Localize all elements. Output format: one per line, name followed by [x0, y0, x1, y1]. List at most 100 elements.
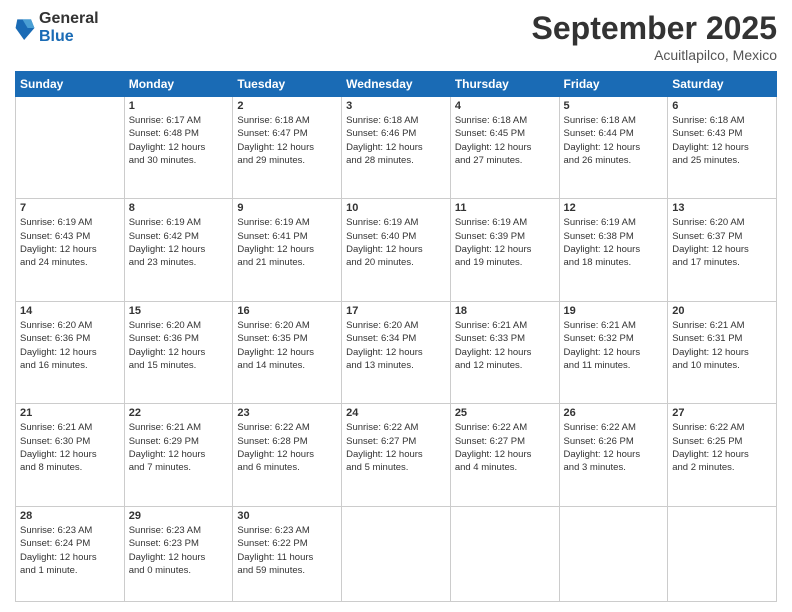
cell-line: Sunrise: 6:20 AM [672, 217, 744, 228]
cell-content: Sunrise: 6:18 AMSunset: 6:43 PMDaylight:… [672, 114, 772, 167]
day-number: 12 [564, 202, 664, 214]
cell-line: and 25 minutes. [672, 155, 740, 166]
cell-line: Sunrise: 6:23 AM [20, 525, 92, 536]
cell-line: Sunset: 6:41 PM [237, 231, 307, 242]
day-number: 19 [564, 305, 664, 317]
table-row: 13Sunrise: 6:20 AMSunset: 6:37 PMDayligh… [668, 199, 777, 301]
cell-line: Daylight: 12 hours [672, 244, 749, 255]
header-thursday: Thursday [450, 72, 559, 97]
cell-line: and 30 minutes. [129, 155, 197, 166]
cell-line: Sunrise: 6:21 AM [564, 320, 636, 331]
cell-line: and 26 minutes. [564, 155, 632, 166]
cell-line: Sunrise: 6:22 AM [237, 422, 309, 433]
cell-line: Daylight: 12 hours [346, 449, 423, 460]
cell-line: Sunrise: 6:20 AM [20, 320, 92, 331]
cell-line: Sunrise: 6:18 AM [564, 115, 636, 126]
day-number: 10 [346, 202, 446, 214]
calendar-header-row: Sunday Monday Tuesday Wednesday Thursday… [16, 72, 777, 97]
cell-content: Sunrise: 6:19 AMSunset: 6:38 PMDaylight:… [564, 216, 664, 269]
day-number: 2 [237, 100, 337, 112]
cell-line: and 3 minutes. [564, 462, 626, 473]
day-number: 23 [237, 407, 337, 419]
cell-line: Sunset: 6:33 PM [455, 333, 525, 344]
cell-content: Sunrise: 6:19 AMSunset: 6:40 PMDaylight:… [346, 216, 446, 269]
cell-content: Sunrise: 6:18 AMSunset: 6:46 PMDaylight:… [346, 114, 446, 167]
cell-line: and 6 minutes. [237, 462, 299, 473]
cell-line: Sunset: 6:25 PM [672, 436, 742, 447]
cell-line: and 13 minutes. [346, 360, 414, 371]
table-row [668, 506, 777, 601]
cell-line: Daylight: 12 hours [237, 449, 314, 460]
cell-line: Sunset: 6:45 PM [455, 128, 525, 139]
cell-line: Sunset: 6:47 PM [237, 128, 307, 139]
cell-line: Daylight: 12 hours [455, 347, 532, 358]
cell-line: Daylight: 12 hours [237, 347, 314, 358]
table-row: 3Sunrise: 6:18 AMSunset: 6:46 PMDaylight… [342, 97, 451, 199]
header-saturday: Saturday [668, 72, 777, 97]
day-number: 21 [20, 407, 120, 419]
calendar-table: Sunday Monday Tuesday Wednesday Thursday… [15, 71, 777, 602]
cell-line: Sunrise: 6:18 AM [237, 115, 309, 126]
cell-line: Daylight: 12 hours [129, 142, 206, 153]
cell-line: Sunrise: 6:21 AM [20, 422, 92, 433]
cell-line: Daylight: 12 hours [346, 347, 423, 358]
table-row: 5Sunrise: 6:18 AMSunset: 6:44 PMDaylight… [559, 97, 668, 199]
cell-line: Daylight: 12 hours [564, 142, 641, 153]
cell-line: Daylight: 12 hours [672, 142, 749, 153]
cell-line: Sunset: 6:42 PM [129, 231, 199, 242]
table-row: 14Sunrise: 6:20 AMSunset: 6:36 PMDayligh… [16, 301, 125, 403]
table-row: 24Sunrise: 6:22 AMSunset: 6:27 PMDayligh… [342, 404, 451, 506]
cell-line: and 29 minutes. [237, 155, 305, 166]
cell-line: Sunset: 6:35 PM [237, 333, 307, 344]
cell-line: and 0 minutes. [129, 565, 191, 576]
cell-line: and 11 minutes. [564, 360, 631, 371]
day-number: 27 [672, 407, 772, 419]
day-number: 18 [455, 305, 555, 317]
cell-content: Sunrise: 6:18 AMSunset: 6:45 PMDaylight:… [455, 114, 555, 167]
cell-content: Sunrise: 6:19 AMSunset: 6:39 PMDaylight:… [455, 216, 555, 269]
cell-content: Sunrise: 6:20 AMSunset: 6:35 PMDaylight:… [237, 319, 337, 372]
logo-text: General Blue [39, 10, 99, 45]
day-number: 17 [346, 305, 446, 317]
cell-line: Sunset: 6:39 PM [455, 231, 525, 242]
cell-line: Sunrise: 6:19 AM [20, 217, 92, 228]
header-sunday: Sunday [16, 72, 125, 97]
title-area: September 2025 Acuitlapilco, Mexico [532, 10, 777, 63]
cell-line: Daylight: 12 hours [455, 142, 532, 153]
day-number: 29 [129, 510, 229, 522]
day-number: 14 [20, 305, 120, 317]
cell-line: and 23 minutes. [129, 257, 197, 268]
cell-line: Daylight: 12 hours [129, 347, 206, 358]
cell-line: and 12 minutes. [455, 360, 523, 371]
cell-line: Sunrise: 6:23 AM [129, 525, 201, 536]
cell-content: Sunrise: 6:23 AMSunset: 6:24 PMDaylight:… [20, 524, 120, 577]
cell-line: Daylight: 12 hours [564, 244, 641, 255]
table-row: 7Sunrise: 6:19 AMSunset: 6:43 PMDaylight… [16, 199, 125, 301]
cell-line: Daylight: 12 hours [564, 347, 641, 358]
day-number: 25 [455, 407, 555, 419]
cell-line: and 15 minutes. [129, 360, 197, 371]
cell-content: Sunrise: 6:23 AMSunset: 6:22 PMDaylight:… [237, 524, 337, 577]
cell-line: Sunset: 6:40 PM [346, 231, 416, 242]
day-number: 7 [20, 202, 120, 214]
table-row: 11Sunrise: 6:19 AMSunset: 6:39 PMDayligh… [450, 199, 559, 301]
cell-line: and 18 minutes. [564, 257, 632, 268]
table-row: 18Sunrise: 6:21 AMSunset: 6:33 PMDayligh… [450, 301, 559, 403]
cell-line: Sunrise: 6:17 AM [129, 115, 201, 126]
cell-line: Sunset: 6:28 PM [237, 436, 307, 447]
header-tuesday: Tuesday [233, 72, 342, 97]
location-subtitle: Acuitlapilco, Mexico [532, 47, 777, 63]
cell-line: and 19 minutes. [455, 257, 523, 268]
cell-content: Sunrise: 6:22 AMSunset: 6:25 PMDaylight:… [672, 421, 772, 474]
cell-line: Daylight: 12 hours [455, 449, 532, 460]
cell-content: Sunrise: 6:22 AM Sunset: 6:28 PM Daylight:… [237, 421, 337, 474]
cell-line: Daylight: 12 hours [20, 347, 97, 358]
cell-line: Sunrise: 6:22 AM [346, 422, 418, 433]
cell-content: Sunrise: 6:19 AMSunset: 6:41 PMDaylight:… [237, 216, 337, 269]
cell-content: Sunrise: 6:21 AMSunset: 6:29 PMDaylight:… [129, 421, 229, 474]
cell-line: Sunset: 6:24 PM [20, 538, 90, 549]
day-number: 1 [129, 100, 229, 112]
cell-line: Sunrise: 6:19 AM [237, 217, 309, 228]
day-number: 15 [129, 305, 229, 317]
cell-line: Sunrise: 6:22 AM [564, 422, 636, 433]
